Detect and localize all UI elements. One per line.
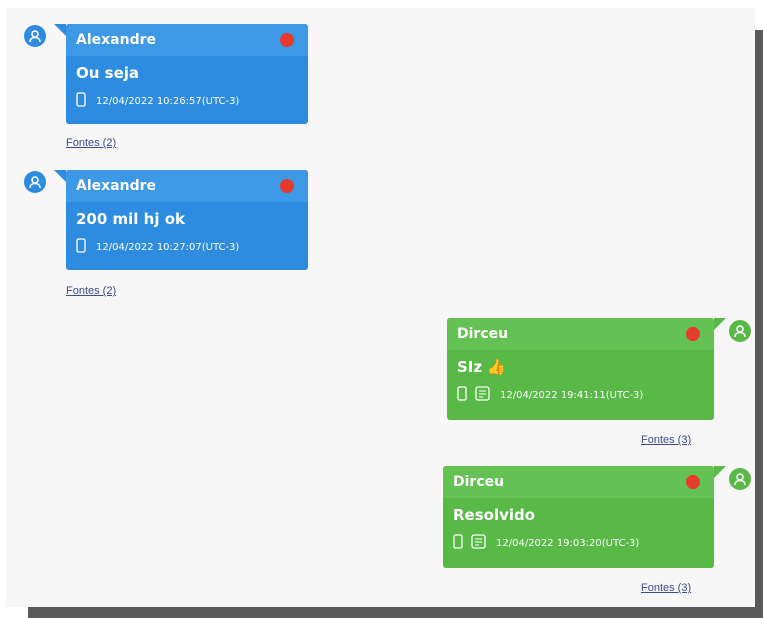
user-avatar-icon [729, 468, 751, 490]
message-text: SIz 👍 [457, 358, 507, 376]
panel-shadow [28, 607, 763, 618]
user-avatar-icon [729, 320, 751, 342]
message-header: Alexandre [66, 24, 308, 56]
message-timestamp: 12/04/2022 19:41:11(UTC-3) [500, 389, 644, 401]
message-timestamp: 12/04/2022 19:03:20(UTC-3) [496, 537, 640, 549]
sources-link[interactable]: Fontes (3) [641, 434, 691, 446]
database-icon [475, 386, 490, 404]
message-header: Dirceu [447, 318, 714, 350]
sender-name: Dirceu [457, 326, 509, 342]
message-bubble[interactable]: Dirceu SIz 👍 12/04/2022 19:41:11(UTC-3) [447, 318, 714, 420]
message-text: Ou seja [76, 64, 140, 82]
status-dot-icon [686, 475, 700, 489]
phone-icon [76, 238, 86, 256]
phone-icon [457, 386, 467, 404]
message-bubble[interactable]: Dirceu Resolvido 12/04/2022 19:03:20(UTC… [443, 466, 714, 568]
phone-icon [453, 534, 463, 552]
bubble-tail [54, 24, 66, 36]
status-dot-icon [280, 33, 294, 47]
sender-name: Dirceu [453, 474, 505, 490]
message-timestamp: 12/04/2022 10:27:07(UTC-3) [96, 241, 240, 253]
user-avatar-icon [24, 171, 46, 193]
bubble-tail [714, 466, 726, 478]
message-meta: 12/04/2022 10:27:07(UTC-3) [66, 232, 308, 256]
sources-link[interactable]: Fontes (3) [641, 582, 691, 594]
message-meta: 12/04/2022 10:26:57(UTC-3) [66, 86, 308, 110]
phone-icon [76, 92, 86, 110]
message-meta: 12/04/2022 19:03:20(UTC-3) [443, 528, 714, 552]
sender-name: Alexandre [76, 178, 156, 194]
bubble-tail [714, 318, 726, 330]
sources-link[interactable]: Fontes (2) [66, 137, 116, 149]
sources-link[interactable]: Fontes (2) [66, 285, 116, 297]
status-dot-icon [686, 327, 700, 341]
user-avatar-icon [24, 25, 46, 47]
message-header: Dirceu [443, 466, 714, 498]
message-bubble[interactable]: Alexandre 200 mil hj ok 12/04/2022 10:27… [66, 170, 308, 270]
database-icon [471, 534, 486, 552]
sender-name: Alexandre [76, 32, 156, 48]
message-meta: 12/04/2022 19:41:11(UTC-3) [447, 380, 714, 404]
bubble-tail [54, 170, 66, 182]
message-text: 200 mil hj ok [76, 210, 185, 228]
message-timestamp: 12/04/2022 10:26:57(UTC-3) [96, 95, 240, 107]
message-text: Resolvido [453, 506, 536, 524]
message-bubble[interactable]: Alexandre Ou seja 12/04/2022 10:26:57(UT… [66, 24, 308, 124]
status-dot-icon [280, 179, 294, 193]
panel-shadow [755, 30, 763, 618]
message-header: Alexandre [66, 170, 308, 202]
